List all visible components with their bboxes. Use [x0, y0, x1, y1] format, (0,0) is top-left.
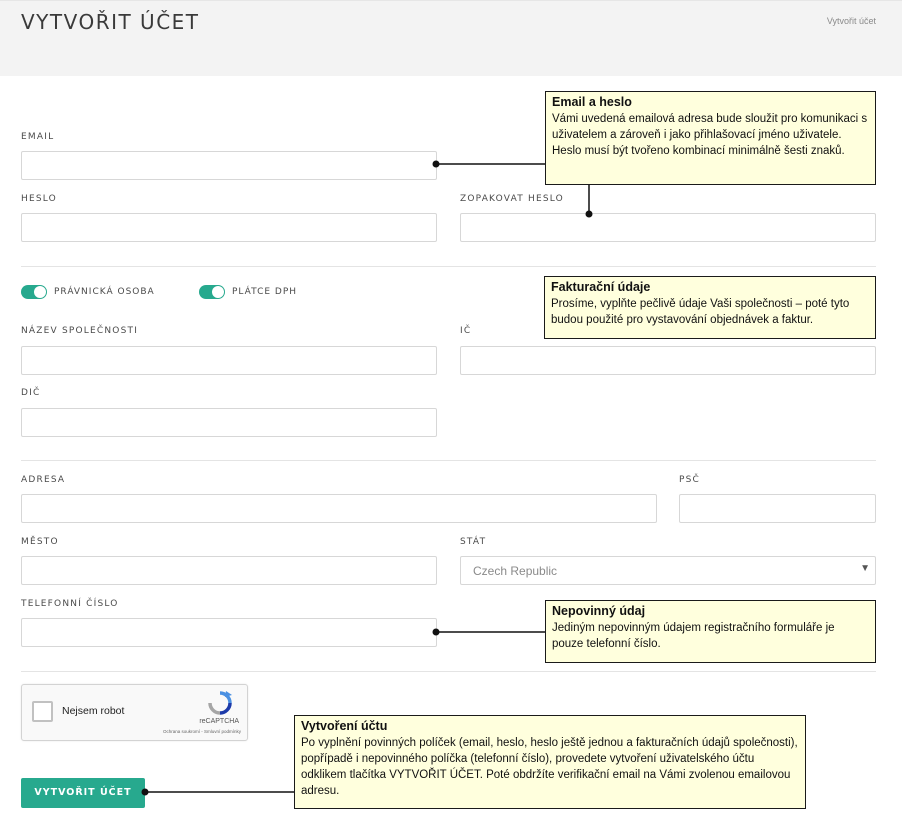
- callout-billing-title: Fakturační údaje: [551, 280, 651, 294]
- email-field[interactable]: [21, 151, 437, 180]
- callout-optional-title: Nepovinný údaj: [552, 604, 646, 618]
- recaptcha-widget: Nejsem robot reCAPTCHA Ochrana soukromí …: [21, 684, 248, 741]
- callout-billing: Fakturační údaje Prosíme, vyplňte pečliv…: [544, 276, 876, 339]
- city-label: MĚSTO: [21, 537, 59, 547]
- zip-label: PSČ: [679, 475, 701, 485]
- callout-create-title: Vytvoření účtu: [301, 719, 388, 733]
- country-label: STÁT: [460, 537, 487, 547]
- callout-email-text: Vámi uvedená emailová adresa bude slouži…: [552, 113, 868, 157]
- zip-field[interactable]: [679, 494, 876, 523]
- vat-payer-toggle[interactable]: [199, 285, 225, 299]
- toggle-knob: [34, 286, 46, 298]
- password-repeat-field[interactable]: [460, 213, 876, 242]
- callout-optional-text: Jediným nepovinným údajem registračního …: [552, 622, 835, 650]
- password-field[interactable]: [21, 213, 437, 242]
- country-select[interactable]: Czech Republic ▼: [460, 556, 876, 585]
- legal-entity-toggle[interactable]: [21, 285, 47, 299]
- section-divider: [21, 460, 876, 461]
- breadcrumb[interactable]: Vytvořit účet: [827, 16, 876, 26]
- recaptcha-terms-link[interactable]: Ochrana soukromí - Smluvní podmínky: [163, 729, 241, 734]
- phone-label: TELEFONNÍ ČÍSLO: [21, 599, 119, 609]
- ic-label: IČ: [460, 326, 472, 336]
- legal-entity-label: PRÁVNICKÁ OSOBA: [54, 287, 155, 297]
- company-name-label: NÁZEV SPOLEČNOSTI: [21, 326, 139, 336]
- recaptcha-label: Nejsem robot: [62, 705, 125, 717]
- callout-create-text: Po vyplnění povinných políček (email, he…: [301, 737, 798, 797]
- page-title: VYTVOŘIT ÚČET: [21, 10, 200, 34]
- ic-field[interactable]: [460, 346, 876, 375]
- callout-email-title: Email a heslo: [552, 95, 632, 109]
- dic-field[interactable]: [21, 408, 437, 437]
- password-label: HESLO: [21, 194, 57, 204]
- callout-email: Email a heslo Vámi uvedená emailová adre…: [545, 91, 876, 185]
- password-repeat-label: ZOPAKOVAT HESLO: [460, 194, 564, 204]
- section-divider: [21, 266, 876, 267]
- callout-optional: Nepovinný údaj Jediným nepovinným údajem…: [545, 600, 876, 663]
- phone-field[interactable]: [21, 618, 437, 647]
- vat-payer-label: PLÁTCE DPH: [232, 287, 298, 297]
- dic-label: DIČ: [21, 388, 41, 398]
- country-select-value: Czech Republic: [473, 564, 558, 578]
- callout-billing-text: Prosíme, vyplňte pečlivě údaje Vaši spol…: [551, 298, 850, 326]
- address-field[interactable]: [21, 494, 657, 523]
- address-label: ADRESA: [21, 475, 66, 485]
- callout-create: Vytvoření účtu Po vyplnění povinných pol…: [294, 715, 806, 809]
- company-name-field[interactable]: [21, 346, 437, 375]
- recaptcha-brand: reCAPTCHA: [199, 718, 239, 725]
- city-field[interactable]: [21, 556, 437, 585]
- page-header: VYTVOŘIT ÚČET Vytvořit účet: [0, 0, 902, 76]
- create-account-button[interactable]: VYTVOŘIT ÚČET: [21, 778, 145, 808]
- section-divider: [21, 671, 876, 672]
- toggle-knob: [212, 286, 224, 298]
- chevron-down-icon: ▼: [860, 563, 870, 574]
- email-label: EMAIL: [21, 132, 55, 142]
- recaptcha-checkbox[interactable]: [32, 701, 53, 722]
- recaptcha-logo-icon: [208, 691, 232, 715]
